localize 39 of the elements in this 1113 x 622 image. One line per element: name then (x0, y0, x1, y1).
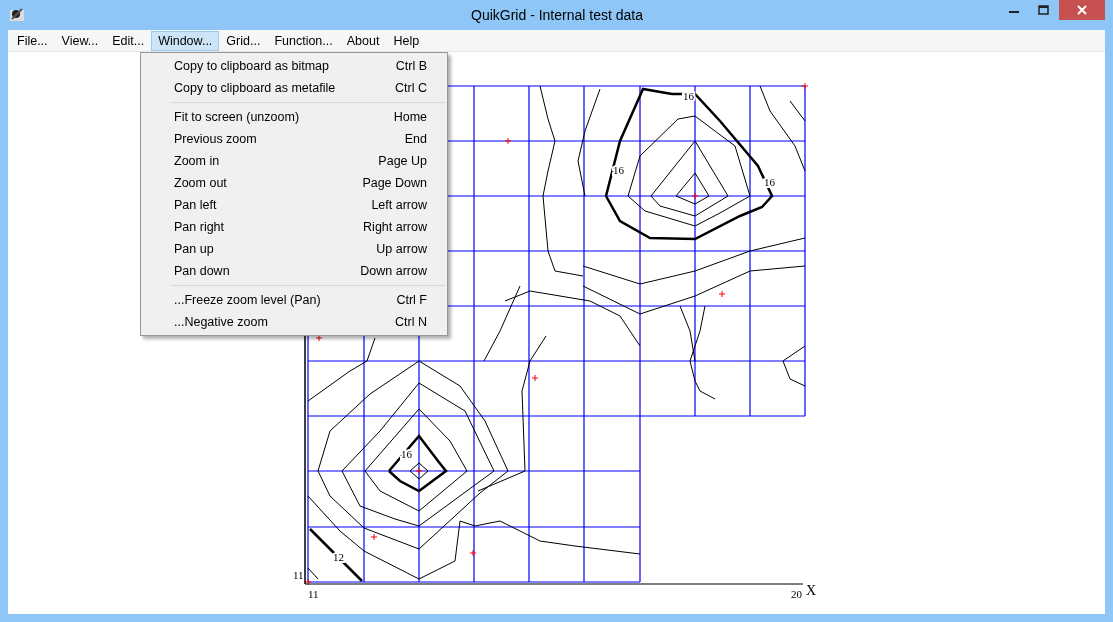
data-point-marker (370, 533, 378, 541)
axis-label: 20 (791, 588, 802, 600)
menu-option[interactable]: Previous zoom End (141, 128, 447, 150)
menu-option[interactable]: ...Freeze zoom level (Pan) Ctrl F (141, 289, 447, 311)
menu-item[interactable]: Grid... (219, 30, 268, 51)
data-point-marker (415, 467, 423, 475)
data-point-marker (304, 578, 312, 586)
menu-option[interactable]: ...Negative zoom Ctrl N (141, 311, 447, 333)
menu-item[interactable]: File... (10, 30, 55, 51)
menu-item[interactable]: Help (386, 30, 427, 51)
data-point-marker (691, 192, 699, 200)
menu-option[interactable]: Pan left Left arrow (141, 194, 447, 216)
menu-option[interactable]: Fit to screen (unzoom) Home (141, 106, 447, 128)
window-title: QuikGrid - Internal test data (470, 7, 644, 23)
data-point-marker (718, 290, 726, 298)
menu-option[interactable]: Zoom in Page Up (141, 150, 447, 172)
menu-item[interactable]: Edit... (105, 30, 152, 51)
menu-option[interactable]: Pan right Right arrow (141, 216, 447, 238)
data-point-marker (315, 334, 323, 342)
axis-title: X (806, 583, 817, 598)
menu-item[interactable]: About (339, 30, 387, 51)
menu-option[interactable]: Copy to clipboard as metafile Ctrl C (141, 77, 447, 99)
menu-option[interactable]: Copy to clipboard as bitmap Ctrl B (141, 55, 447, 77)
contour-label: 16 (613, 164, 624, 176)
axis-label: 11 (308, 588, 319, 600)
menu-option[interactable]: Zoom out Page Down (141, 172, 447, 194)
menu-option[interactable]: Pan down Down arrow (141, 260, 447, 282)
data-point-marker (469, 549, 477, 557)
app-icon (9, 6, 25, 22)
data-point-marker (801, 82, 809, 90)
menu-item[interactable]: Window... (151, 30, 220, 51)
data-point-marker (531, 374, 539, 382)
menu-item[interactable]: Function... (267, 30, 340, 51)
menu-item[interactable]: View... (54, 30, 106, 51)
menu-option[interactable]: Pan up Up arrow (141, 238, 447, 260)
close-icon (1076, 5, 1088, 15)
axis-label: 11 (293, 569, 304, 581)
data-point-marker (504, 137, 512, 145)
maximize-icon (1038, 5, 1050, 15)
